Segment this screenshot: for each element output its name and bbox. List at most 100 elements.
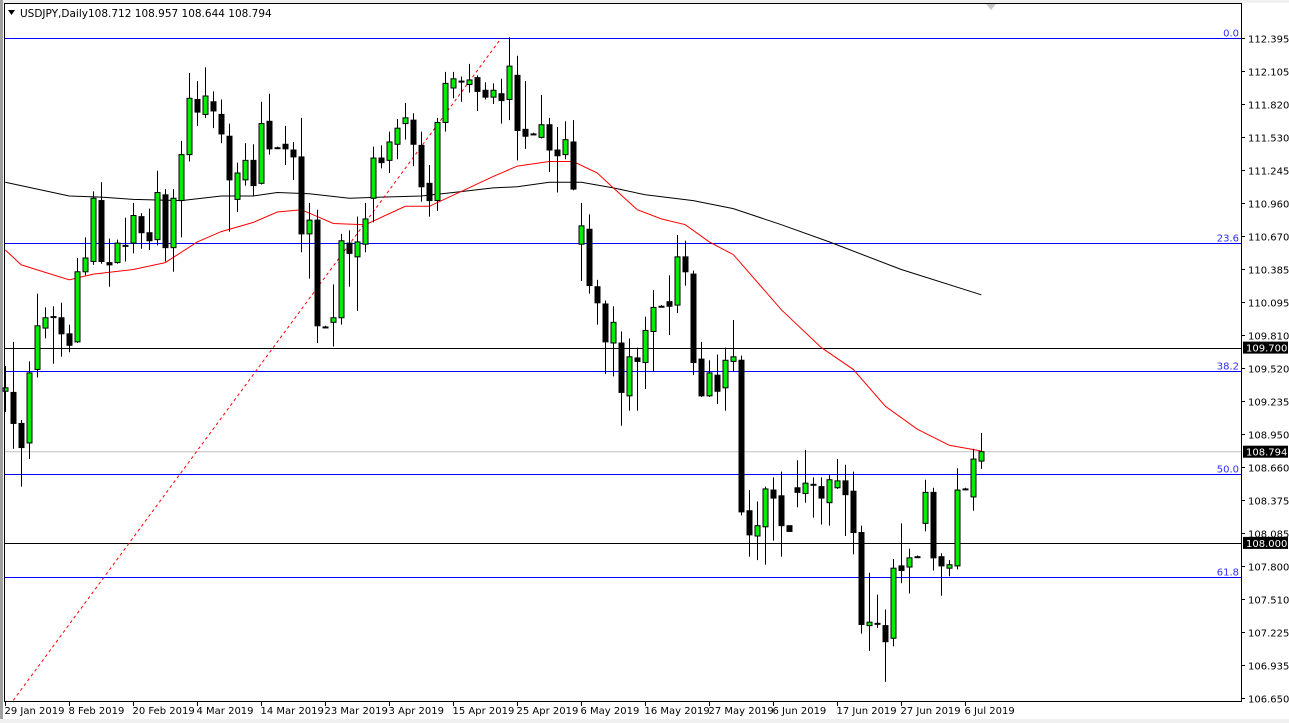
price-tag-label: 108.794 — [1246, 448, 1287, 459]
candle-body-bear — [738, 359, 745, 513]
candle-body-bull — [506, 65, 513, 100]
candle-body-bear — [514, 74, 521, 131]
candle-body-bull — [490, 89, 497, 98]
candle — [282, 125, 289, 165]
bottom-bar — [0, 719, 1289, 723]
candle-body-bear — [346, 242, 353, 254]
chart-window[interactable]: 0.0 23.6 38.2 50.0 61.8 112.395 112.105 111.82… — [0, 0, 1289, 723]
candle — [530, 132, 537, 136]
candle — [410, 113, 417, 167]
top-bar — [0, 0, 1289, 3]
candle — [314, 209, 321, 344]
candle — [866, 572, 873, 651]
price-chart[interactable]: 0.0 23.6 38.2 50.0 61.8 112.395 112.105 111.82… — [0, 0, 1289, 723]
price-tick-label: 109.235 — [1248, 398, 1289, 409]
candle-body-bear — [482, 89, 489, 98]
candle-body-bear — [162, 194, 169, 249]
candle — [858, 525, 865, 634]
candle-body-bear — [290, 149, 297, 158]
candle-body-bull — [114, 242, 121, 264]
candle — [674, 235, 681, 314]
candle — [594, 279, 601, 325]
candle-body-bull — [578, 225, 585, 245]
candle — [874, 594, 881, 628]
candle-body-bear — [586, 228, 593, 287]
candle-body-bear — [658, 305, 665, 308]
candle — [242, 143, 249, 186]
candle — [570, 120, 577, 191]
candle — [890, 558, 897, 647]
candle — [490, 83, 497, 105]
candle-body-bull — [402, 117, 409, 125]
candle-body-bull — [242, 159, 249, 181]
fib-trendline[interactable] — [12, 37, 502, 701]
candle — [162, 189, 169, 262]
candle-body-bull — [706, 372, 713, 397]
candle — [690, 270, 697, 376]
candle-body-bull — [826, 479, 833, 504]
candle-body-bear — [858, 532, 865, 625]
candle — [770, 477, 777, 541]
candle-body-bear — [498, 93, 505, 102]
candle — [114, 239, 121, 264]
candle — [930, 487, 937, 571]
candle-body-bear — [10, 391, 17, 424]
candle-body-bear — [602, 303, 609, 343]
candle-body-bull — [202, 95, 209, 115]
candle — [370, 146, 377, 223]
candle-body-bear — [546, 124, 553, 151]
candle-body-bear — [666, 301, 673, 307]
candle-body-bull — [330, 317, 337, 323]
candle-body-bull — [338, 240, 345, 319]
price-tick-label: 107.225 — [1248, 629, 1289, 640]
candle — [762, 486, 769, 565]
price-tick-label: 109.520 — [1248, 365, 1289, 376]
fib-level-label: 38.2 — [1217, 362, 1239, 373]
candle — [290, 141, 297, 180]
candle — [962, 487, 969, 491]
candle-body-bear — [378, 157, 385, 164]
date-tick-label: 14 Mar 2019 — [261, 706, 324, 717]
date-tick-label: 4 Mar 2019 — [197, 706, 254, 717]
candle — [322, 325, 329, 329]
candle — [706, 360, 713, 398]
candle — [10, 341, 17, 449]
price-tick-label: 110.960 — [1248, 200, 1289, 211]
candle-body-bear — [210, 101, 217, 112]
price-tick-label: 112.395 — [1248, 35, 1289, 46]
candle — [202, 67, 209, 118]
price-tick-label: 106.935 — [1248, 662, 1289, 673]
price-tick-label: 108.375 — [1248, 497, 1289, 508]
candle-body-bear — [282, 143, 289, 150]
candle-body-bear — [226, 135, 233, 181]
candle — [90, 191, 97, 265]
chart-shift-marker-icon[interactable] — [986, 4, 996, 10]
candle-body-bull — [386, 141, 393, 161]
candle-body-bull — [82, 257, 89, 273]
candle — [298, 117, 305, 253]
candle-body-bear — [250, 159, 257, 187]
candle-body-bull — [890, 567, 897, 639]
candle — [658, 305, 665, 308]
candle — [946, 560, 953, 577]
candle — [586, 214, 593, 294]
moving-average-fast — [4, 161, 982, 452]
candle — [498, 78, 505, 124]
candle-body-bull — [642, 329, 649, 364]
candle-body-bear — [682, 256, 689, 273]
candle-body-bear — [914, 556, 921, 559]
chart-header: USDJPY,Daily 108.712 108.957 108.644 108… — [8, 8, 272, 20]
candle-body-bull — [154, 192, 161, 241]
price-tick-label: 110.095 — [1248, 299, 1289, 310]
candle — [922, 479, 929, 532]
candle — [50, 306, 57, 364]
candle-body-bull — [354, 241, 361, 258]
triangle-down-icon[interactable] — [8, 10, 15, 15]
candle — [2, 365, 9, 412]
candle-body-bear — [634, 357, 641, 362]
candle — [226, 123, 233, 232]
price-tag-label: 108.000 — [1246, 539, 1287, 550]
date-tick-label: 6 Jun 2019 — [773, 706, 827, 717]
candle — [578, 202, 585, 281]
candle-body-bull — [170, 197, 177, 249]
